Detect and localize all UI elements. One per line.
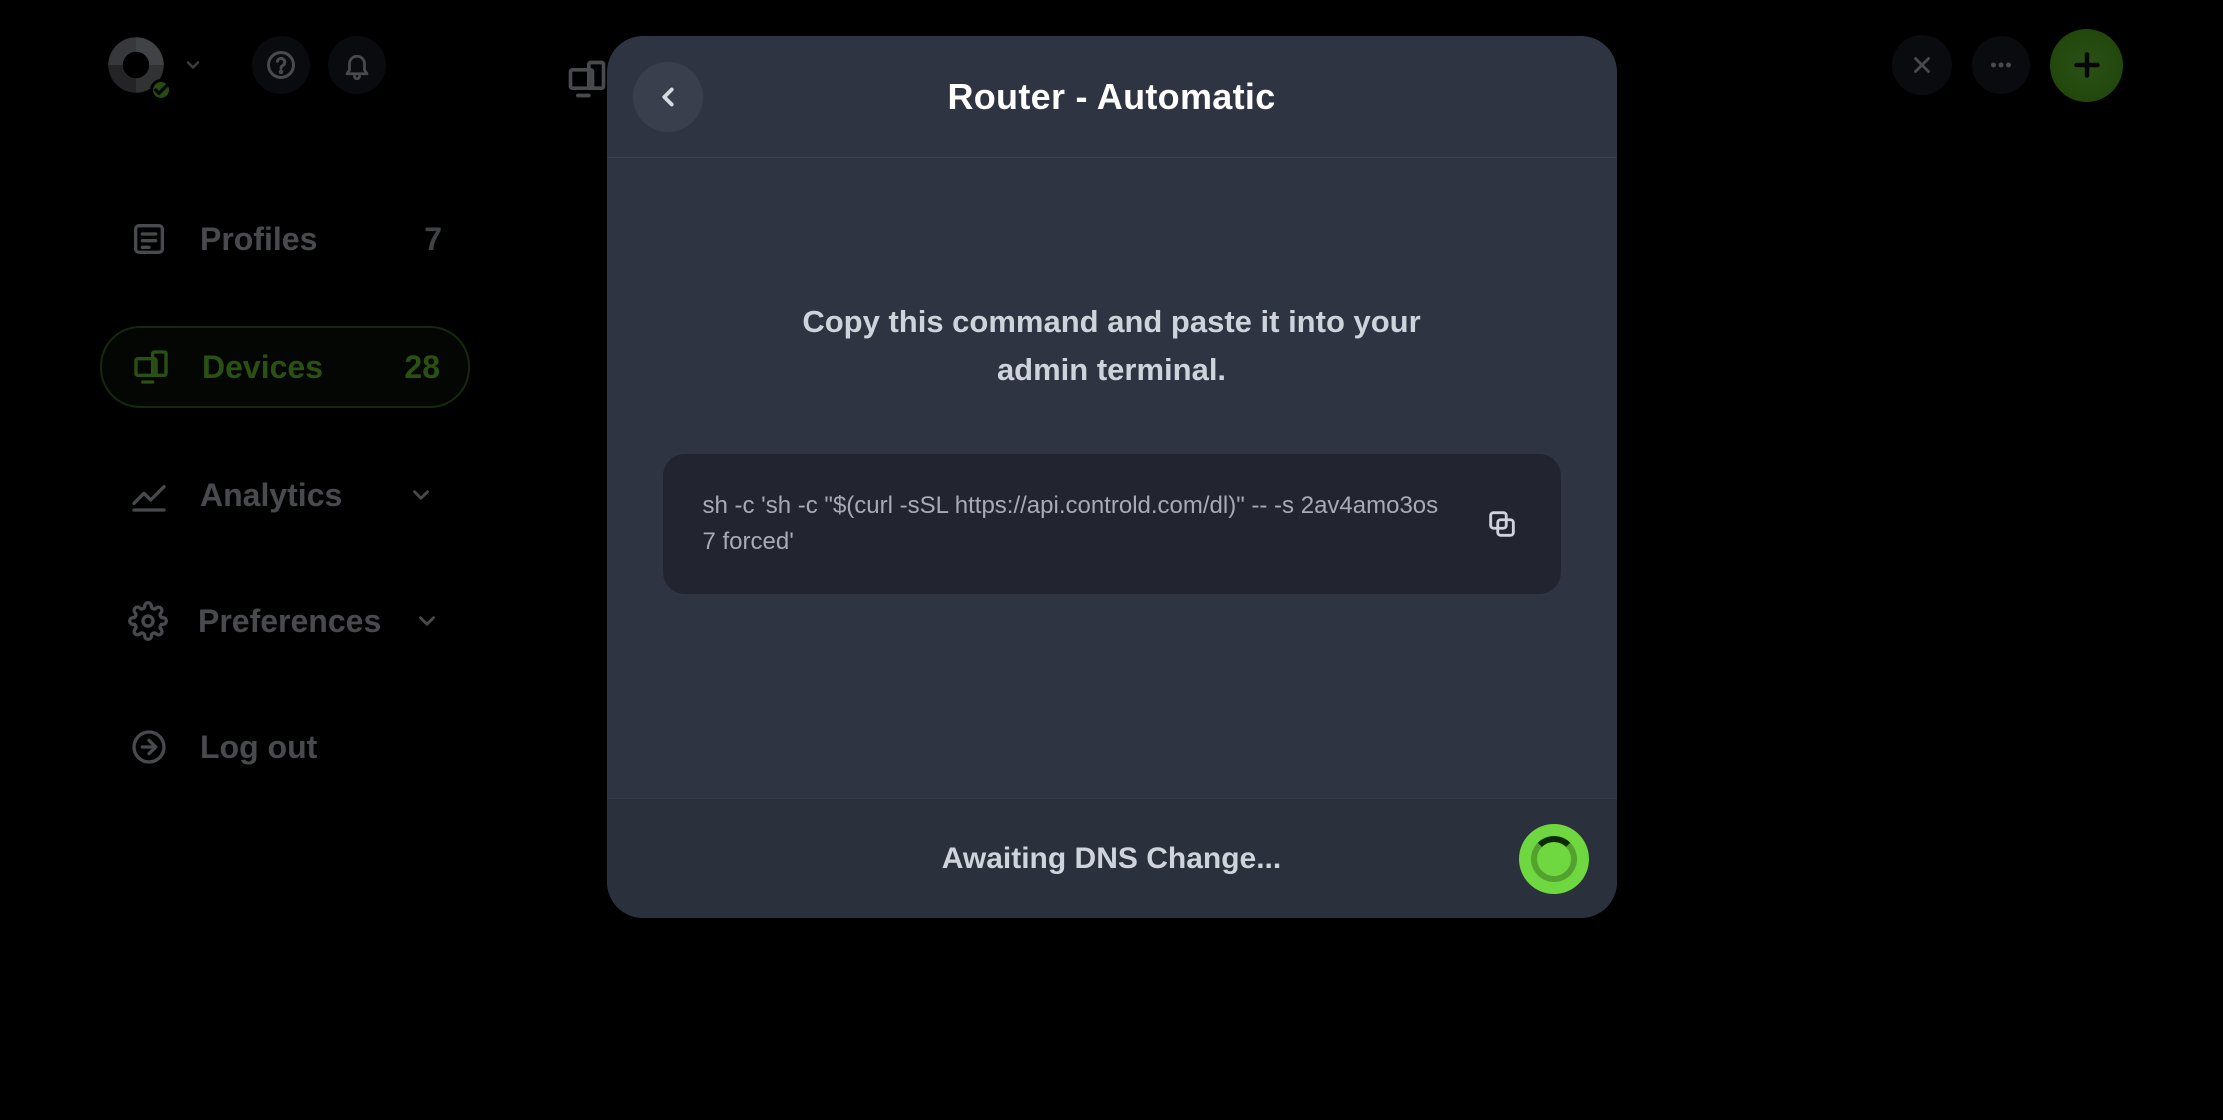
modal-body: Copy this command and paste it into your… bbox=[607, 158, 1617, 798]
back-button[interactable] bbox=[633, 62, 703, 132]
instruction-text: Copy this command and paste it into your… bbox=[792, 298, 1432, 394]
modal-footer: Awaiting DNS Change... bbox=[607, 798, 1617, 918]
command-box[interactable]: sh -c 'sh -c "$(curl -sSL https://api.co… bbox=[663, 454, 1561, 594]
loading-spinner-icon bbox=[1519, 824, 1589, 894]
status-text: Awaiting DNS Change... bbox=[942, 842, 1281, 876]
modal-overlay: Router - Automatic Copy this command and… bbox=[0, 0, 2223, 1120]
modal-header: Router - Automatic bbox=[607, 36, 1617, 158]
command-text: sh -c 'sh -c "$(curl -sSL https://api.co… bbox=[703, 492, 1439, 555]
copy-button[interactable] bbox=[1481, 503, 1523, 545]
modal-title: Router - Automatic bbox=[947, 76, 1275, 118]
router-automatic-modal: Router - Automatic Copy this command and… bbox=[607, 36, 1617, 918]
